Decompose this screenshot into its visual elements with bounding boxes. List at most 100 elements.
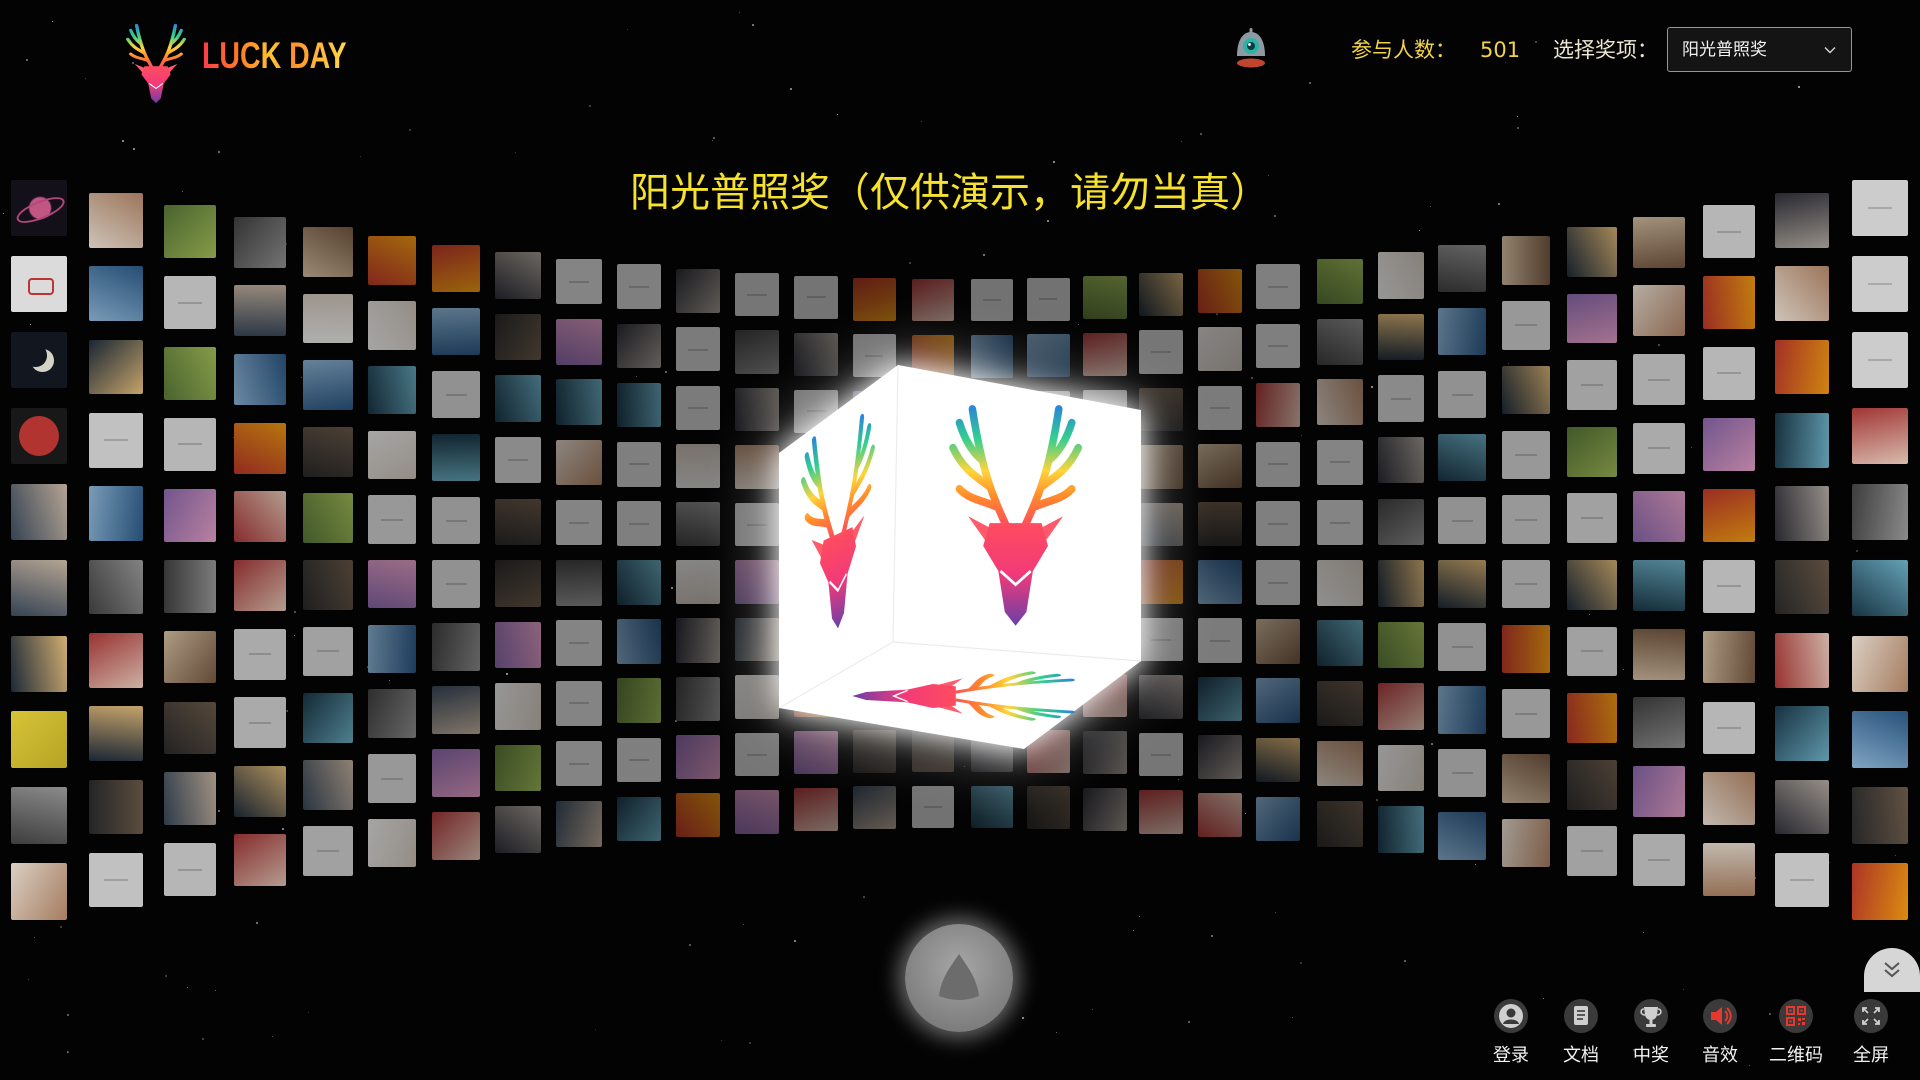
avatar-tile [1377,744,1425,792]
avatar-tile [1377,375,1425,422]
avatar-tile [88,193,144,248]
avatar-tile [1197,560,1243,605]
avatar-tile [1255,441,1301,487]
user-circle-icon [1494,999,1528,1033]
fullscreen-button[interactable]: 全屏 [1836,998,1906,1068]
avatar-tile [1377,252,1425,299]
avatar-tile [88,852,144,908]
avatar-tile [432,749,480,797]
avatar-tile [616,619,662,665]
winners-button[interactable]: 中奖 [1616,998,1686,1068]
avatar-tile [303,626,353,677]
login-button[interactable]: 登录 [1476,998,1546,1068]
avatar-tile [432,686,480,734]
avatar-tile [432,433,480,482]
avatar-tile [1633,491,1685,543]
avatar-tile [1851,180,1909,237]
avatar-tile [10,483,68,540]
avatar-tile [794,275,838,319]
avatar-tile [616,678,662,724]
avatar-tile [556,680,602,727]
avatar-tile [1377,560,1425,607]
avatar-tile [1026,277,1070,321]
sound-button[interactable]: 音效 [1685,998,1755,1068]
participants-label: 参与人数： [1351,38,1456,62]
avatar-tile [1501,430,1551,480]
avatar-tile [10,787,68,844]
avatar-tile [556,620,602,666]
avatar-tile [494,806,542,853]
robot-icon[interactable] [1229,26,1273,70]
avatar-tile [432,370,480,419]
avatar-tile [234,697,286,749]
avatar-tile [1501,495,1551,544]
avatar-tile [1702,701,1756,755]
avatar-tile [303,493,353,544]
avatar-tile [1702,772,1756,826]
avatar-tile [494,560,542,607]
avatar-tile [1438,686,1486,734]
avatar-tile [303,360,353,410]
avatar-tile [1438,749,1486,797]
avatar-tile [1139,790,1183,834]
avatar-tile [735,272,779,317]
avatar-tile [367,689,417,738]
avatar-tile [1633,697,1685,749]
avatar-tile [1851,331,1909,389]
avatar-tile [1851,635,1909,692]
avatar-tile [1567,826,1617,877]
avatar-tile [1377,313,1425,361]
avatar-tile [1255,619,1301,665]
docs-button[interactable]: 文档 [1546,998,1616,1068]
avatar-tile [1317,560,1363,606]
avatar-tile [367,236,417,285]
avatar-tile [1567,293,1617,344]
avatar-tile [1255,323,1301,369]
avatar-tile [675,385,721,430]
avatar-tile [1633,628,1685,680]
start-draw-button[interactable] [905,924,1013,1032]
avatar-tile [432,623,480,671]
avatar-tile [675,734,721,779]
avatar-tile [1774,266,1830,321]
qr-code-button[interactable]: 二维码 [1761,998,1831,1068]
avatar-tile [1774,193,1830,248]
avatar-tile [234,834,286,886]
avatar-tile [1026,786,1070,830]
avatar-tile [1633,216,1685,268]
avatar-tile [1702,559,1756,613]
avatar-tile [1567,559,1617,610]
avatar-tile [675,793,721,838]
avatar-tile [10,711,68,768]
avatar-tile [234,216,286,268]
avatar-tile [1567,226,1617,277]
avatar-tile [367,301,417,350]
avatar-tile [1255,382,1301,428]
avatar-tile [675,676,721,721]
avatar-tile [163,488,217,542]
login-label: 登录 [1493,1045,1529,1066]
avatar-tile [1774,779,1830,835]
document-icon [1564,999,1598,1033]
participants-count: 501 [1480,38,1521,62]
avatar-tile [616,560,662,605]
avatar-tile [234,765,286,818]
avatar-tile [1702,347,1756,400]
avatar-tile [1317,740,1363,787]
avatar-tile [1501,624,1551,674]
avatar-tile [1774,706,1830,761]
avatar-tile [10,559,68,616]
avatar-tile [1567,426,1617,477]
avatar-tile [1255,501,1301,546]
avatar-tile [1633,422,1685,474]
avatar-tile [367,365,417,415]
avatar-tile [432,496,480,545]
avatar-tile [1197,269,1243,314]
prize-select[interactable]: 阳光普照奖 [1667,27,1852,72]
avatar-tile [911,278,955,322]
avatar-tile [1702,276,1756,330]
avatar-tile [88,266,144,321]
avatar-tile [675,501,721,547]
avatar-tile [970,785,1014,829]
avatar-tile [556,258,602,305]
